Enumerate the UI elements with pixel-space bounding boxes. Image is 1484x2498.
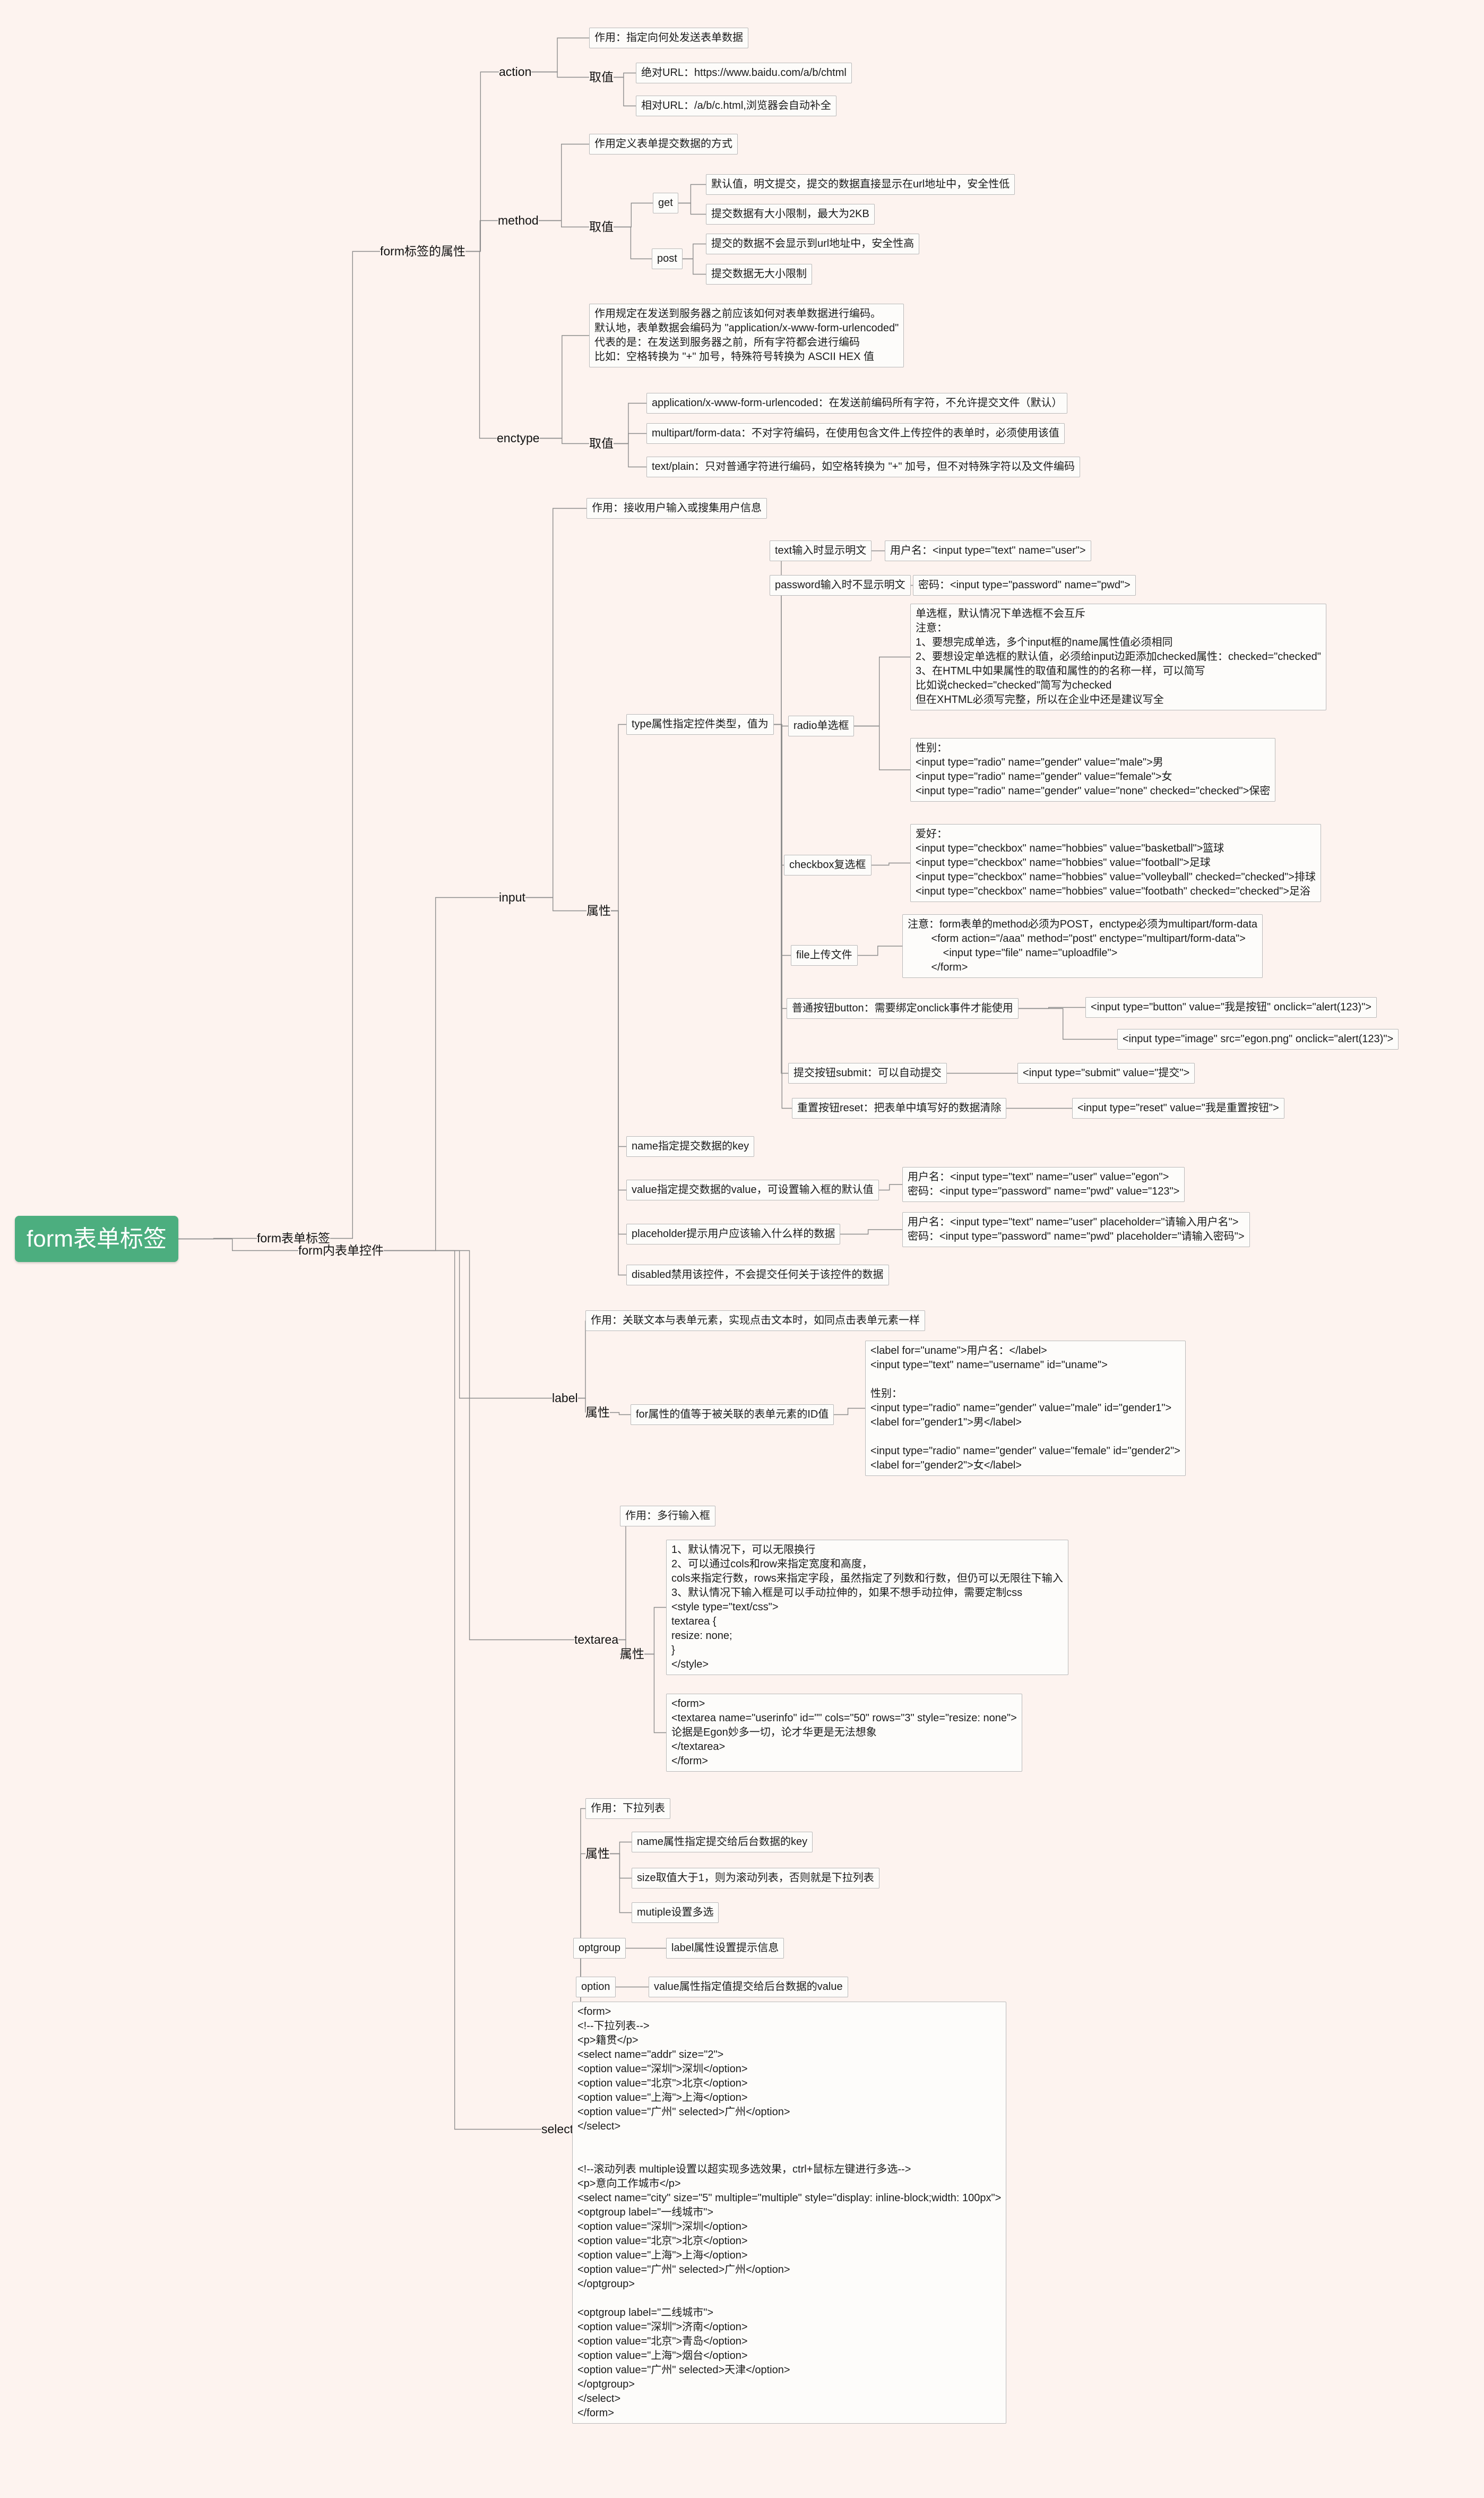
mindmap-node-file: file上传文件 [791,945,858,966]
mindmap-node-reset: 重置按钮reset：把表单中填写好的数据清除 [792,1098,1007,1119]
mindmap-node-file-eg: 注意：form表单的method必须为POST，enctype必须为multip… [902,914,1263,978]
mindmap-node-method: method [498,213,539,227]
mindmap-node-submit: 提交按钮submit：可以自动提交 [788,1063,947,1084]
mindmap-node-value: value指定提交数据的value，可设置输入框的默认值 [626,1180,879,1200]
mindmap-node-action-rel: 相对URL：/a/b/c.html,浏览器会自动补全 [636,96,836,116]
mindmap-node-select-multi: mutiple设置多选 [632,1902,719,1923]
mindmap-node-textarea-role: 作用：多行输入框 [620,1506,715,1526]
mindmap-node-enc-1: application/x-www-form-urlencoded：在发送前编码… [646,393,1068,414]
mindmap-node-text-eg: 用户名：<input type="text" name="user"> [885,540,1091,561]
mindmap-node-radio-eg: 性别： <input type="radio" name="gender" va… [910,738,1276,802]
mindmap-node-input-attr: 属性 [586,904,611,917]
mindmap-node-enctype-val: 取值 [589,436,614,450]
mindmap-node-option: option [576,1977,616,1997]
mindmap-node-checkbox-eg: 爱好： <input type="checkbox" name="hobbies… [910,824,1321,902]
mindmap-node-checkbox: checkbox复选框 [784,855,872,875]
mindmap-node-get-2: 提交数据有大小限制，最大为2KB [706,204,875,225]
mindmap-node-enctype: enctype [497,431,540,445]
mindmap-node-action-abs: 绝对URL：https://www.baidu.com/a/b/chtml [636,63,852,83]
mindmap-node-radio: radio单选框 [788,716,855,736]
mindmap-node-get: get [653,193,678,213]
mindmap-node-button-eg2: <input type="image" src="egon.png" oncli… [1117,1029,1399,1050]
mindmap-node-method-role: 作用定义表单提交数据的方式 [589,134,738,154]
mindmap-node-action-val: 取值 [589,70,614,84]
mindmap-node-reset-eg: <input type="reset" value="我是重置按钮"> [1072,1098,1284,1119]
mindmap-node-post-1: 提交的数据不会显示到url地址中，安全性高 [706,234,920,254]
mindmap-node-select-eg: <form> <!--下拉列表--> <p>籍贯</p> <select nam… [572,2002,1007,2424]
mindmap-node-value-eg: 用户名：<input type="text" name="user" value… [902,1167,1185,1202]
mindmap-node-select-role: 作用：下拉列表 [585,1798,670,1819]
mindmap-node-option-val: value属性指定值提交给后台数据的value [649,1977,848,1997]
mindmap-node-attr-of-form: form标签的属性 [380,244,465,258]
mindmap-node-placeholder-eg: 用户名：<input type="text" name="user" place… [902,1212,1250,1247]
mindmap-node-label-role: 作用：关联文本与表单元素，实现点击文本时，如同点击表单元素一样 [585,1310,925,1331]
mindmap-node-enctype-role: 作用规定在发送到服务器之前应该如何对表单数据进行编码。 默认地，表单数据会编码为… [589,304,904,367]
mindmap-node-button-eg1: <input type="button" value="我是按钮" onclic… [1085,997,1377,1018]
mindmap-node-label-attr: 属性 [585,1405,610,1419]
mindmap-node-optgroup-lbl: label属性设置提示信息 [666,1938,784,1959]
mindmap-node-label-eg: <label for="uname">用户名：</label> <input t… [865,1341,1186,1476]
mindmap-node-pwd-eg: 密码：<input type="password" name="pwd"> [913,575,1136,596]
mindmap-node-pwd: password输入时不显示明文 [770,575,911,596]
mindmap-node-select-size: size取值大于1，则为滚动列表，否则就是下拉列表 [632,1868,879,1888]
mindmap-node-type: type属性指定控件类型，值为 [626,714,774,735]
mindmap-node-method-val: 取值 [589,220,614,234]
mindmap-node-post: post [652,248,683,269]
mindmap-node-textarea-note: 1、默认情况下，可以无限换行 2、可以通过cols和row来指定宽度和高度， c… [666,1540,1068,1675]
mindmap-node-root[interactable]: form表单标签 [15,1216,178,1263]
mindmap-node-action: action [499,65,532,79]
mindmap-node-post-2: 提交数据无大小限制 [706,264,812,285]
mindmap-node-textarea: textarea [574,1633,619,1646]
mindmap-node-button: 普通按钮button：需要绑定onclick事件才能使用 [787,998,1019,1019]
mindmap-node-select-attr: 属性 [585,1847,610,1860]
mindmap-node-input-role: 作用：接收用户输入或搜集用户信息 [586,498,767,519]
mindmap-node-input: input [499,890,525,904]
mindmap-node-disabled: disabled禁用该控件，不会提交任何关于该控件的数据 [626,1265,889,1285]
mindmap-node-placeholder: placeholder提示用户应该输入什么样的数据 [626,1224,841,1244]
mindmap-node-text: text输入时显示明文 [770,540,872,561]
mindmap-node-label-for: for属性的值等于被关联的表单元素的ID值 [631,1404,834,1425]
mindmap-node-select: select [541,2122,574,2136]
mindmap-node-enc-2: multipart/form-data：不对字符编码，在使用包含文件上传控件的表… [646,423,1065,444]
mindmap-node-textarea-eg: <form> <textarea name="userinfo" id="" c… [666,1694,1022,1772]
mindmap-canvas: form表单标签 form表单标签 form内表单控件 form标签的属性 action… [0,0,1484,2498]
mindmap-node-action-role: 作用：指定向何处发送表单数据 [589,28,748,48]
mindmap-node-name: name指定提交数据的key [626,1136,755,1157]
mindmap-node-textarea-attr: 属性 [620,1647,644,1661]
mindmap-node-inner: form内表单控件 [298,1243,384,1257]
mindmap-node-enc-3: text/plain：只对普通字符进行编码，如空格转换为 "+" 加号，但不对特… [646,457,1081,477]
mindmap-node-radio-note: 单选框，默认情况下单选框不会互斥 注意： 1、要想完成单选，多个input框的n… [910,604,1326,710]
mindmap-node-select-name: name属性指定提交给后台数据的key [632,1832,813,1852]
mindmap-node-label: label [552,1391,578,1405]
mindmap-node-optgroup: optgroup [573,1938,626,1959]
mindmap-node-submit-eg: <input type="submit" value="提交"> [1017,1063,1195,1084]
mindmap-node-get-1: 默认值，明文提交，提交的数据直接显示在url地址中，安全性低 [706,174,1015,195]
